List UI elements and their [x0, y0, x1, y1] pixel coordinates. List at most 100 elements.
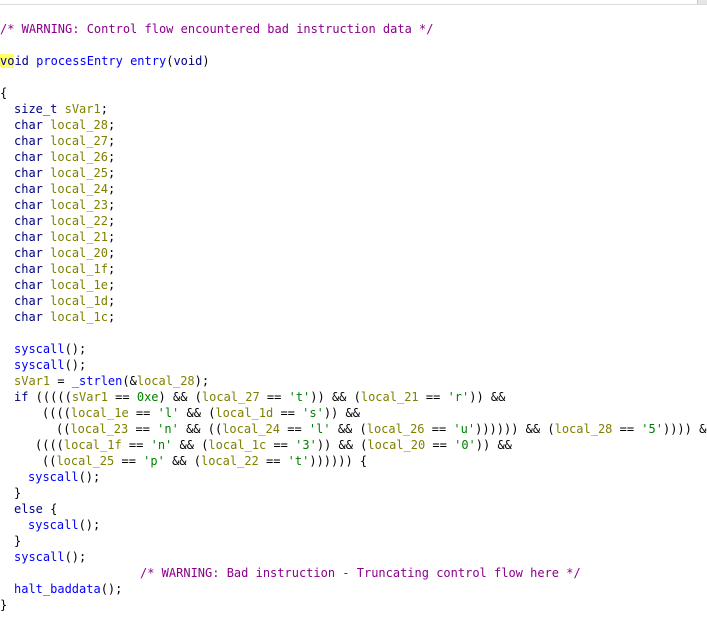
function-token[interactable]: syscall — [14, 550, 65, 564]
keyword-token[interactable]: char — [14, 262, 43, 276]
variable-token[interactable]: local_27 — [50, 134, 108, 148]
variable-token[interactable]: local_22 — [50, 214, 108, 228]
variable-token[interactable]: local_23 — [70, 422, 128, 436]
keyword-token[interactable]: char — [14, 150, 43, 164]
literal-token[interactable]: 't' — [289, 390, 311, 404]
code-line[interactable]: char local_22; — [14, 213, 115, 229]
code-line[interactable]: sVar1 = _strlen(&local_28); — [14, 373, 209, 389]
code-line[interactable]: ((((local_1e == 'l' && (local_1d == 's')… — [42, 405, 360, 421]
code-line[interactable]: char local_26; — [14, 149, 115, 165]
literal-token[interactable]: 'u' — [453, 422, 475, 436]
code-line[interactable]: char local_21; — [14, 229, 115, 245]
keyword-token[interactable]: char — [14, 118, 43, 132]
variable-token[interactable]: local_1d — [50, 294, 108, 308]
variable-token[interactable]: local_1f — [64, 438, 122, 452]
code-line[interactable]: /* WARNING: Bad instruction - Truncating… — [140, 565, 581, 581]
variable-token[interactable]: local_26 — [367, 422, 425, 436]
code-line[interactable]: char local_1d; — [14, 293, 115, 309]
variable-token[interactable]: local_1c — [208, 438, 266, 452]
code-line[interactable]: char local_27; — [14, 133, 115, 149]
literal-token[interactable]: 't' — [288, 454, 310, 468]
code-line[interactable]: char local_1c; — [14, 309, 115, 325]
function-token[interactable]: syscall — [28, 470, 79, 484]
code-line[interactable]: syscall(); — [28, 517, 100, 533]
literal-token[interactable]: 'n' — [151, 438, 173, 452]
decompiler-code-view[interactable]: /* WARNING: Control flow encountered bad… — [0, 0, 707, 627]
code-line[interactable]: } — [0, 597, 7, 613]
variable-token[interactable]: local_1d — [215, 406, 273, 420]
code-line[interactable]: char local_1f; — [14, 261, 115, 277]
keyword-token[interactable]: char — [14, 198, 43, 212]
code-line[interactable]: char local_28; — [14, 117, 115, 133]
code-line[interactable]: halt_baddata(); — [14, 581, 122, 597]
keyword-token[interactable]: size_t — [14, 102, 57, 116]
function-token[interactable]: syscall — [28, 518, 79, 532]
variable-token[interactable]: local_20 — [50, 246, 108, 260]
function-token[interactable]: syscall — [14, 358, 65, 372]
literal-token[interactable]: 0xe — [137, 390, 159, 404]
function-token[interactable]: _strlen — [72, 374, 123, 388]
variable-token[interactable]: local_25 — [56, 454, 114, 468]
literal-token[interactable]: 'r' — [448, 390, 470, 404]
keyword-token[interactable]: char — [14, 182, 43, 196]
keyword-token[interactable]: if — [14, 390, 28, 404]
literal-token[interactable]: 'p' — [143, 454, 165, 468]
code-line[interactable]: /* WARNING: Control flow encountered bad… — [0, 21, 433, 37]
variable-token[interactable]: sVar1 — [14, 374, 50, 388]
code-line[interactable]: ((((local_1f == 'n' && (local_1c == '3')… — [35, 437, 512, 453]
variable-token[interactable]: local_20 — [367, 438, 425, 452]
keyword-token[interactable]: char — [14, 214, 43, 228]
keyword-token[interactable]: else — [14, 502, 43, 516]
code-line[interactable]: char local_25; — [14, 165, 115, 181]
variable-token[interactable]: local_21 — [361, 390, 419, 404]
variable-token[interactable]: sVar1 — [65, 102, 101, 116]
keyword-token[interactable]: char — [14, 230, 43, 244]
code-line[interactable]: char local_20; — [14, 245, 115, 261]
literal-token[interactable]: 'l' — [309, 422, 331, 436]
variable-token[interactable]: local_22 — [201, 454, 259, 468]
code-line[interactable]: } — [14, 533, 21, 549]
variable-token[interactable]: local_28 — [555, 422, 613, 436]
code-line[interactable]: syscall(); — [28, 469, 100, 485]
function-token[interactable]: halt_baddata — [14, 582, 101, 596]
variable-token[interactable]: local_28 — [137, 374, 195, 388]
function-token[interactable]: processEntry — [36, 54, 123, 68]
keyword-token[interactable]: id — [14, 54, 28, 68]
variable-token[interactable]: local_26 — [50, 150, 108, 164]
variable-token[interactable]: local_1e — [50, 278, 108, 292]
code-line[interactable]: if (((((sVar1 == 0xe) && (local_27 == 't… — [14, 389, 505, 405]
keyword-token[interactable]: void — [173, 54, 202, 68]
code-line[interactable]: ((local_25 == 'p' && (local_22 == 't')))… — [42, 453, 367, 469]
variable-token[interactable]: local_25 — [50, 166, 108, 180]
keyword-token[interactable]: char — [14, 166, 43, 180]
literal-token[interactable]: '3' — [295, 438, 317, 452]
code-line[interactable]: else { — [14, 501, 57, 517]
code-line[interactable]: } — [14, 485, 21, 501]
keyword-token[interactable]: char — [14, 278, 43, 292]
variable-token[interactable]: local_1c — [50, 310, 108, 324]
code-line[interactable]: char local_1e; — [14, 277, 115, 293]
variable-token[interactable]: local_28 — [50, 118, 108, 132]
variable-token[interactable]: sVar1 — [72, 390, 108, 404]
cursor-highlight-token[interactable]: vo — [0, 54, 15, 68]
keyword-token[interactable]: char — [14, 134, 43, 148]
literal-token[interactable]: '5' — [641, 422, 663, 436]
variable-token[interactable]: local_21 — [50, 230, 108, 244]
code-line[interactable]: char local_23; — [14, 197, 115, 213]
code-line[interactable]: size_t sVar1; — [14, 101, 108, 117]
keyword-token[interactable]: char — [14, 294, 43, 308]
code-line[interactable]: syscall(); — [14, 357, 86, 373]
variable-token[interactable]: local_24 — [50, 182, 108, 196]
variable-token[interactable]: local_24 — [222, 422, 280, 436]
code-line[interactable]: char local_24; — [14, 181, 115, 197]
literal-token[interactable]: 'l' — [158, 406, 180, 420]
code-line[interactable]: void processEntry entry(void) — [0, 53, 210, 69]
code-line[interactable]: { — [0, 85, 7, 101]
keyword-token[interactable]: char — [14, 246, 43, 260]
literal-token[interactable]: '0' — [454, 438, 476, 452]
function-token[interactable]: syscall — [14, 342, 65, 356]
variable-token[interactable]: local_23 — [50, 198, 108, 212]
variable-token[interactable]: local_27 — [202, 390, 260, 404]
keyword-token[interactable]: char — [14, 310, 43, 324]
code-line[interactable]: syscall(); — [14, 549, 86, 565]
